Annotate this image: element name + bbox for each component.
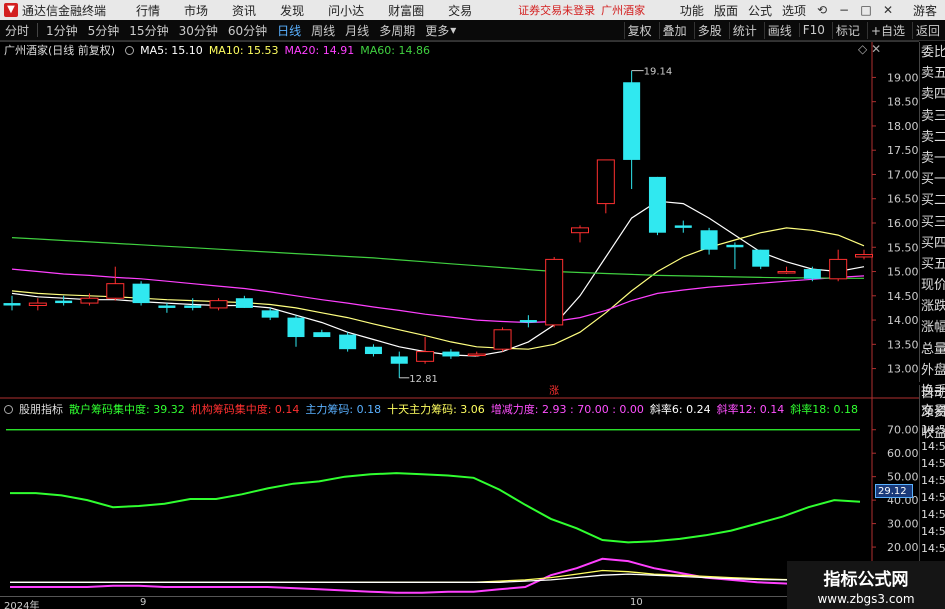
time-label: 14:56 <box>921 525 945 538</box>
indicator-tick-label: 70.00 <box>887 424 919 437</box>
date-axis: 2024年 9 10 <box>0 596 919 609</box>
candle-body-up <box>571 227 589 234</box>
date-label-9: 9 <box>140 597 147 608</box>
time-label: 14:56 <box>921 440 945 453</box>
quote-side-panel: 委比 卖五 卖四 卖三 卖二 卖一 买一 买二 买三 买四 买五 现价 涨跌 涨幅 总量 外盘 换手 净资 收益 <box>919 42 945 441</box>
price-tick-label: 18.00 <box>887 120 919 133</box>
side-label: 涨跌 <box>921 299 945 315</box>
side-label: 卖四 <box>921 87 945 103</box>
side-label: 委比 <box>921 45 945 60</box>
candle-body-up <box>467 353 486 357</box>
price-tick-label: 13.00 <box>887 363 919 376</box>
zhang-marker: 涨 <box>549 385 559 397</box>
candle-body-up <box>777 271 796 274</box>
trade-label[interactable]: 交易 <box>920 403 945 421</box>
price-tick-label: 18.50 <box>887 96 919 109</box>
candle-body-up <box>106 283 125 299</box>
candle-body-up <box>28 302 47 306</box>
candle-body-down <box>648 176 666 233</box>
watermark-title: 指标公式网 <box>823 570 909 590</box>
side-label: 卖五 <box>921 66 945 82</box>
price-tick-label: 13.50 <box>887 338 919 351</box>
time-label: 14:56 <box>921 457 945 470</box>
candle-body-down <box>752 249 770 267</box>
candle-body-down <box>442 351 460 357</box>
candle-body-down <box>184 305 202 308</box>
indicator-series-line <box>10 557 861 594</box>
watermark: 指标公式网 www.zbgs3.com <box>787 561 945 609</box>
ma-line-ma60 <box>11 237 864 279</box>
price-tick-label: 16.00 <box>887 217 919 230</box>
time-label: 14:56 <box>921 542 945 555</box>
candle-body-down <box>674 225 692 228</box>
time-label: 14:56 <box>921 474 945 487</box>
price-tick-label: 14.00 <box>887 314 919 327</box>
candle-body-up <box>545 258 564 326</box>
auto-label[interactable]: 自动 <box>920 385 945 403</box>
price-tick-label: 15.00 <box>887 266 919 279</box>
date-label-2024: 2024年 <box>4 601 40 609</box>
side-label: 买三 <box>921 214 945 230</box>
time-label: 14:56 <box>921 508 945 521</box>
indicator-tick-label: 20.00 <box>887 541 919 554</box>
time-label: 14:56 <box>921 491 945 504</box>
candle-body-down <box>132 283 150 304</box>
indicator-series-line <box>10 472 861 544</box>
price-tick-label: 14.50 <box>887 290 919 303</box>
date-label-10: 10 <box>630 597 643 608</box>
candle-body-down <box>339 334 357 350</box>
candle-body-up <box>596 159 615 205</box>
side-label: 外盘 <box>921 362 945 378</box>
side-label: 买二 <box>921 193 945 209</box>
side-label: 买四 <box>921 235 945 251</box>
chart-canvas[interactable]: 19.00 18.50 18.00 17.50 17.00 16.50 16.00 15.50… <box>0 0 919 596</box>
candle-body-up <box>80 297 99 304</box>
side-label: 买一 <box>921 172 945 188</box>
price-tick-label: 16.50 <box>887 193 919 206</box>
candle-body-down <box>158 305 176 308</box>
candle-body-up <box>855 254 873 258</box>
high-marker-label: 19.14 <box>644 67 673 78</box>
candle-body-down <box>519 320 537 323</box>
price-tick-label: 17.00 <box>887 168 919 181</box>
candle-body-down <box>235 298 253 308</box>
candle-body-down <box>803 269 821 279</box>
candle-body-up <box>829 258 848 280</box>
indicator-tick-label: 60.00 <box>887 447 919 460</box>
indicator-tick-label: 30.00 <box>887 518 919 531</box>
candle-body-down <box>313 332 331 338</box>
side-label: 卖三 <box>921 108 945 124</box>
side-label: 卖一 <box>921 150 945 166</box>
auto-trade-panel: 自动 交易 <box>919 385 945 421</box>
price-tick-label: 17.50 <box>887 144 919 157</box>
candle-body-down <box>700 230 718 250</box>
low-marker-label: 12.81 <box>409 374 438 385</box>
side-label: 现价 <box>921 278 945 294</box>
price-tick-label: 15.50 <box>887 241 919 254</box>
candle-body-down <box>364 346 382 355</box>
candle-body-up <box>493 329 512 350</box>
side-label: 买五 <box>921 256 945 272</box>
watermark-url: www.zbgs3.com <box>817 592 915 606</box>
price-tick-label: 19.00 <box>887 71 919 84</box>
candle-body-down <box>287 317 305 338</box>
candle-body-down <box>623 82 641 160</box>
candle-body-up <box>416 351 435 362</box>
time-label: 14:56 <box>921 423 945 436</box>
candle-body-down <box>261 310 279 318</box>
side-label: 总量 <box>921 341 945 357</box>
candle-body-down <box>55 300 73 304</box>
side-label: 涨幅 <box>921 320 945 336</box>
candle-body-down <box>3 303 21 306</box>
indicator-current-value: 29.12 <box>875 484 913 498</box>
candle-body-up <box>209 300 228 309</box>
side-label: 卖二 <box>921 129 945 145</box>
indicator-tick-label: 50.00 <box>887 471 919 484</box>
indicator-series-line <box>10 573 861 583</box>
candle-body-down <box>390 356 408 364</box>
candle-body-down <box>726 244 744 248</box>
